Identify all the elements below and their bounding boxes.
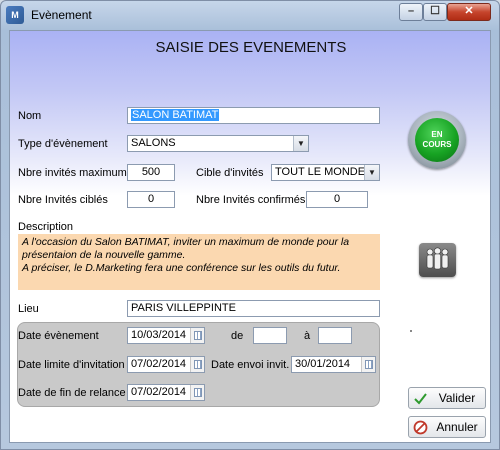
date-limite-value: 07/02/2014 [131,358,187,370]
date-evenement-label: Date évènement [18,330,99,342]
calendar-button[interactable] [190,357,204,372]
annuler-button[interactable]: Annuler [408,416,486,438]
heure-a-label: à [304,330,311,342]
status-badge: EN COURS [408,111,466,169]
valider-button[interactable]: Valider [408,387,486,409]
heure-a-input[interactable] [318,327,352,344]
minimize-button[interactable]: – [399,3,423,21]
date-envoi-label: Date envoi invit. [211,359,290,371]
date-fin-relance-value: 07/02/2014 [131,386,187,398]
date-evenement-input[interactable]: 10/03/2014 [127,327,205,344]
date-envoi-value: 30/01/2014 [295,358,351,370]
title-bar[interactable]: M Evènement – ☐ ✕ [1,1,499,29]
nom-label: Nom [18,110,42,122]
date-envoi-input[interactable]: 30/01/2014 [291,356,376,373]
people-group-button[interactable] [419,243,456,277]
description-line: A l'occasion du Salon BATIMAT, inviter u… [22,236,350,248]
invites-confirmes-label: Nbre Invités confirmés [196,194,306,206]
invites-max-input[interactable]: 500 [127,164,175,181]
window-title: Evènement [31,8,92,22]
invites-confirmes-input[interactable]: 0 [306,191,368,208]
calendar-icon [194,388,202,397]
event-window: M Evènement – ☐ ✕ SAISIE DES EVENEMENTS … [0,0,500,450]
status-indicator: EN COURS [415,118,459,162]
close-button[interactable]: ✕ [447,3,491,21]
annuler-label: Annuler [436,420,478,434]
calendar-button[interactable] [361,357,375,372]
cancel-icon [413,420,428,435]
description-label: Description [18,221,74,233]
invites-max-label: Nbre invités maximum [18,167,127,179]
invites-cibles-label: Nbre Invités ciblés [18,194,108,206]
lieu-input[interactable]: PARIS VILLEPPINTE [127,300,380,317]
calendar-icon [194,331,202,340]
heure-de-input[interactable] [253,327,287,344]
chevron-down-icon[interactable]: ▼ [364,165,379,180]
cible-value: TOUT LE MONDE [275,166,366,178]
invites-cibles-input[interactable]: 0 [127,191,175,208]
separator-dot [410,330,412,332]
description-line: présentaion de la nouvelle gamme. [22,249,186,261]
status-line-1: EN [431,130,443,139]
type-label: Type d'évènement [18,138,108,150]
form-area: SAISIE DES EVENEMENTS Nom SALON BATIMAT … [9,30,491,443]
date-limite-input[interactable]: 07/02/2014 [127,356,205,373]
description-line: A préciser, le D.Marketing fera une conf… [22,262,341,274]
checkmark-icon [414,393,427,405]
valider-label: Valider [438,391,476,405]
cible-label: Cible d'invités [196,167,264,179]
description-textarea[interactable]: A l'occasion du Salon BATIMAT, inviter u… [18,234,380,290]
form-title: SAISIE DES EVENEMENTS [155,39,347,56]
people-group-icon [426,247,449,270]
date-limite-label: Date limite d'invitation [18,359,125,371]
nom-value: SALON BATIMAT [131,109,220,121]
app-logo-icon: M [6,6,24,24]
cible-select[interactable]: TOUT LE MONDE ▼ [271,164,380,181]
nom-input[interactable]: SALON BATIMAT [127,107,380,124]
calendar-button[interactable] [190,328,204,343]
maximize-button[interactable]: ☐ [423,3,447,21]
calendar-button[interactable] [190,385,204,400]
heure-de-label: de [231,330,244,342]
calendar-icon [365,360,373,369]
status-line-2: COURS [422,140,452,149]
calendar-icon [194,360,202,369]
date-evenement-value: 10/03/2014 [131,329,187,341]
lieu-label: Lieu [18,303,39,315]
date-fin-relance-label: Date de fin de relance [18,387,126,399]
date-fin-relance-input[interactable]: 07/02/2014 [127,384,205,401]
chevron-down-icon[interactable]: ▼ [293,136,308,151]
type-select[interactable]: SALONS ▼ [127,135,309,152]
type-value: SALONS [131,137,176,149]
